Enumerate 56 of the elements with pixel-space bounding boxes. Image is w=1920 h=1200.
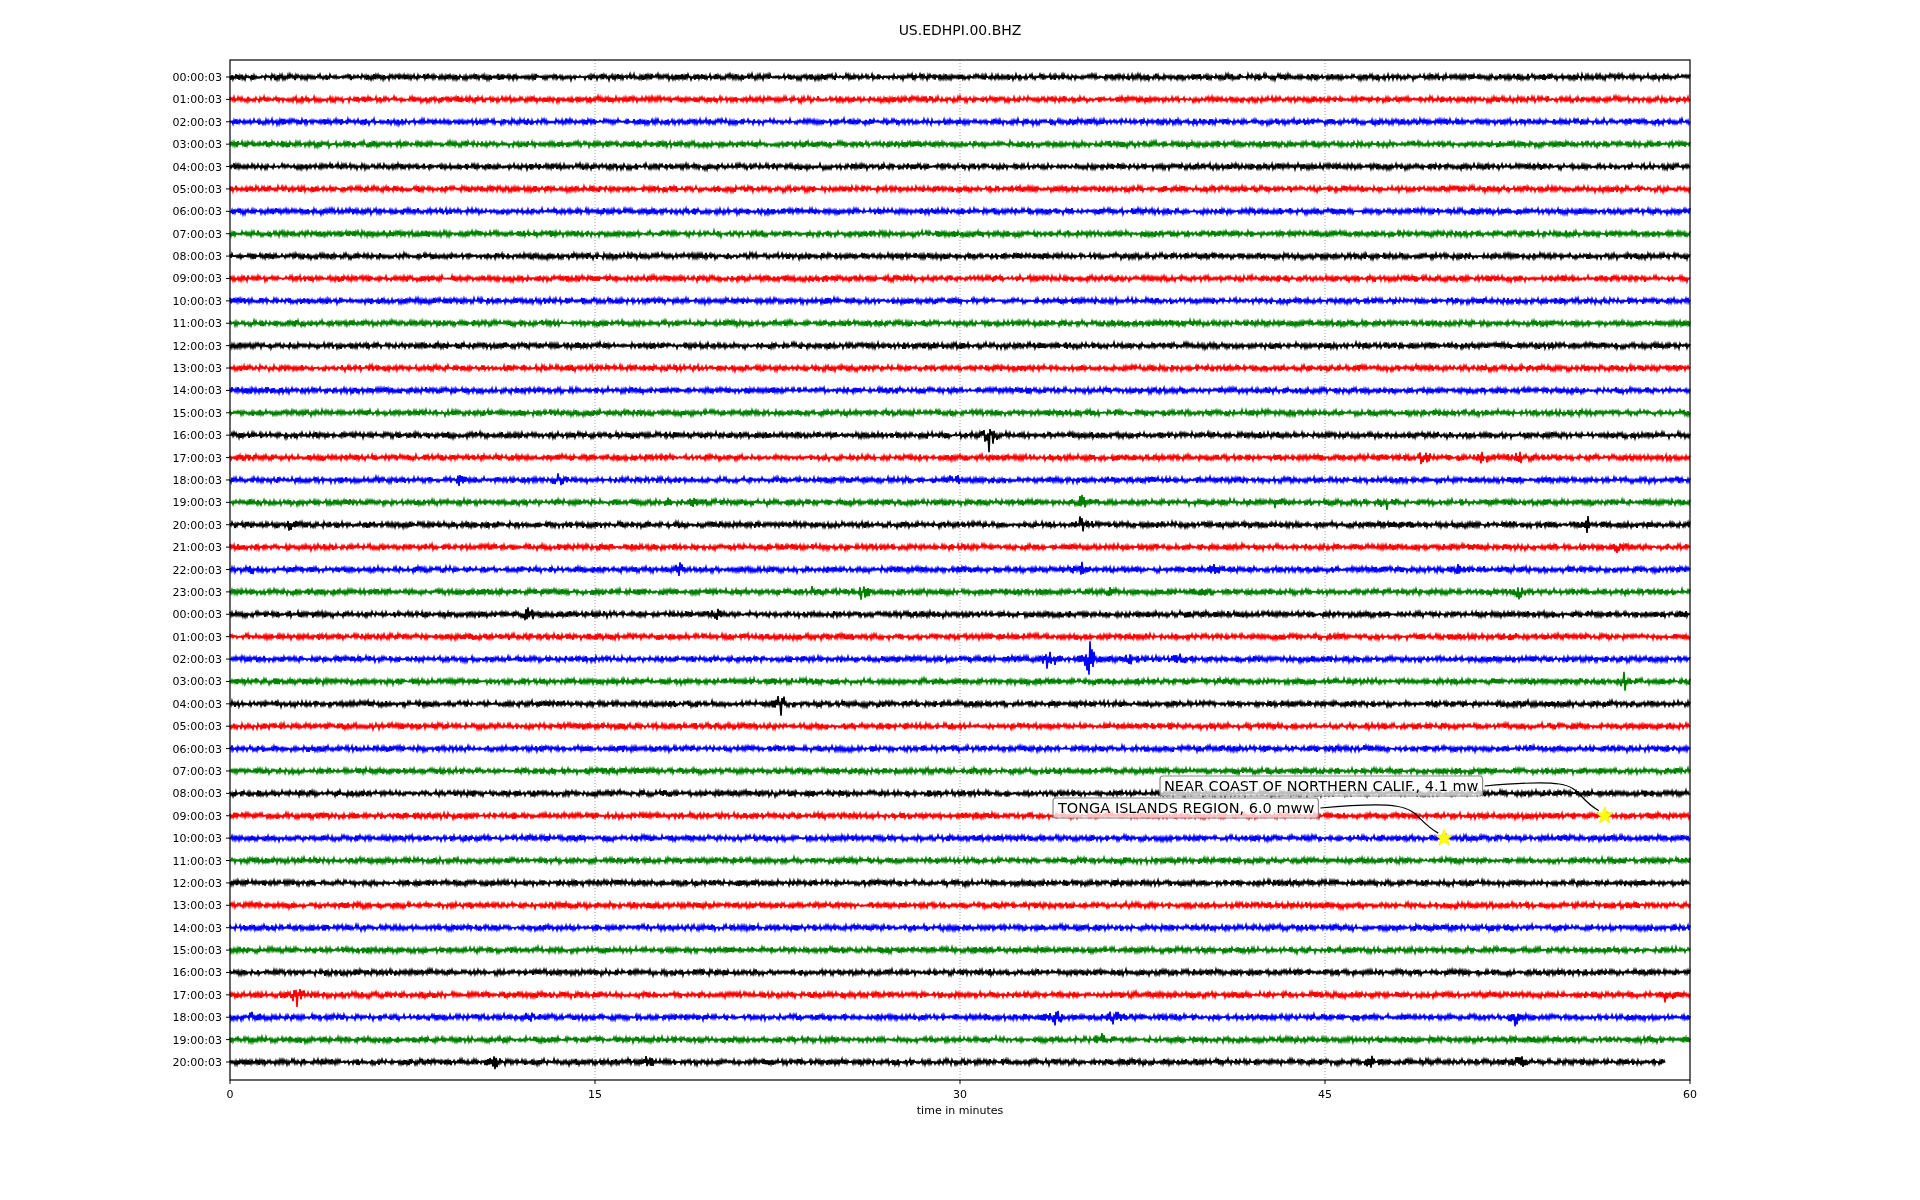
event-star-icon	[1596, 806, 1614, 824]
axis-label: 14:00:03	[172, 384, 222, 398]
axis-label: 21:00:03	[172, 541, 222, 555]
axis-label: 07:00:03	[172, 227, 222, 241]
axis-label: 04:00:03	[172, 697, 222, 711]
axis-tick-label: 30	[953, 1088, 967, 1101]
axis-label: 05:00:03	[172, 720, 222, 734]
axis-tick-label: 45	[1318, 1088, 1332, 1101]
axis-label: 18:00:03	[172, 473, 222, 487]
axis-label: 19:00:03	[172, 1033, 222, 1047]
axis-label: 08:00:03	[172, 250, 222, 264]
axis-label: 00:00:03	[172, 608, 222, 622]
axis-label: 19:00:03	[172, 496, 222, 510]
axis-label: 09:00:03	[172, 809, 222, 823]
axis-label: 03:00:03	[172, 138, 222, 152]
axis-label: 16:00:03	[172, 966, 222, 980]
annotation-label: TONGA ISLANDS REGION, 6.0 mww	[1052, 797, 1319, 819]
axis-label: 22:00:03	[172, 563, 222, 577]
annotation-label: NEAR COAST OF NORTHERN CALIF., 4.1 mw	[1159, 775, 1484, 797]
axis-label: 01:00:03	[172, 93, 222, 107]
axis-label: 13:00:03	[172, 362, 222, 375]
axis-label: 09:00:03	[172, 272, 222, 286]
axis-label: 04:00:03	[172, 160, 222, 174]
axis-label: 02:00:03	[172, 653, 222, 667]
axis-label: 17:00:03	[172, 451, 222, 465]
axis-label: 11:00:03	[172, 317, 222, 331]
axis-label: 18:00:03	[172, 1011, 222, 1025]
axis-label: 05:00:03	[172, 182, 222, 196]
axis-label: 20:00:03	[172, 1056, 222, 1069]
axis-label: 06:00:03	[172, 742, 222, 756]
axis-title: time in minutes	[916, 1104, 1004, 1117]
axis-label: 03:00:03	[172, 675, 222, 689]
event-star-icon	[1435, 828, 1454, 846]
axis-label: 07:00:03	[172, 765, 222, 778]
axis-label: 12:00:03	[172, 339, 222, 353]
axis-label: 14:00:03	[172, 921, 222, 935]
axis-tick-label: 15	[588, 1088, 602, 1101]
axis-label: 08:00:03	[172, 787, 222, 801]
axis-label: 10:00:03	[172, 832, 222, 846]
axis-label: 06:00:03	[172, 205, 222, 219]
axis-label: 10:00:03	[172, 294, 222, 308]
chart-title: US.EDHPI.00.BHZ	[898, 22, 1022, 38]
axis-label: 12:00:03	[172, 876, 222, 890]
axis-label: 13:00:03	[172, 899, 222, 913]
axis-label: 11:00:03	[172, 854, 222, 868]
axis-tick-label: 60	[1683, 1088, 1697, 1101]
axis-tick-label: 0	[226, 1088, 234, 1101]
axis-label: 23:00:03	[172, 585, 222, 599]
axis-label: 02:00:03	[172, 115, 222, 129]
axis-label: 15:00:03	[172, 406, 222, 420]
axis-label: 20:00:03	[172, 518, 222, 532]
axis-label: 00:00:03	[172, 71, 222, 84]
axis-label: 17:00:03	[172, 988, 222, 1002]
axis-label: 01:00:03	[172, 630, 222, 644]
axis-label: 15:00:03	[172, 944, 222, 958]
axis-label: 16:00:03	[172, 429, 222, 443]
